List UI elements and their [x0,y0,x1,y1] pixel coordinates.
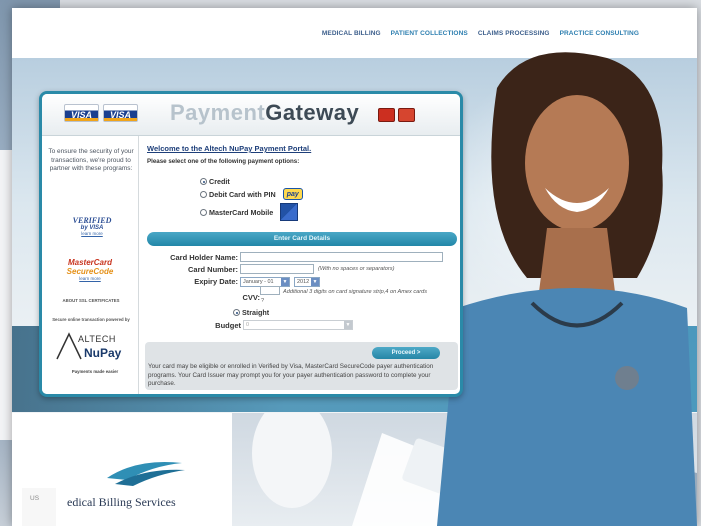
visa-card-icon: VISA [64,104,99,122]
nav-medical-billing[interactable]: MEDICAL BILLING [322,30,381,37]
card-number-hint: (With no spaces or separators) [318,266,395,272]
debit-radio[interactable] [200,190,207,198]
expiry-label: Expiry Date: [194,277,238,286]
gateway-header: VISA VISA PaymentGateway [42,94,460,136]
cvv-input[interactable] [260,286,280,295]
verified-by-visa-logo: VERIFIED by VISA learn more [68,216,116,236]
msc-learn-more-link[interactable]: learn more [58,276,122,281]
pay-icon: pay [282,188,303,200]
mastercard-icon [378,108,395,122]
mastercard-securecode-logo: MasterCard SecureCode learn more [58,258,122,281]
mobile-radio[interactable] [200,208,207,216]
chevron-down-icon: ▼ [344,321,352,329]
card-number-input[interactable] [240,264,314,274]
straight-radio[interactable] [233,309,240,316]
proceed-button[interactable]: Proceed > [372,347,440,359]
footer-region: US [22,488,56,526]
payment-gateway-window: VISA VISA PaymentGateway To ensure the s… [39,91,463,397]
security-intro: To ensure the security of your transacti… [48,148,134,172]
nurse-photo [437,52,697,526]
option-credit[interactable]: Credit [200,177,230,186]
nav-patient-collections[interactable]: PATIENT COLLECTIONS [391,30,468,37]
budget-select[interactable]: 0 ▼ [243,320,353,330]
cvv-label: CVV: [242,293,260,302]
select-prompt: Please select one of the following payme… [147,158,300,165]
vbv-learn-more-link[interactable]: learn more [68,231,116,236]
ssl-certificates-link[interactable]: ABOUT SSL CERTIFICATES [48,298,134,303]
card-holder-input[interactable] [240,252,443,262]
mastercard-mobile-icon [280,203,299,221]
gateway-main: Welcome to the Altech NuPay Payment Port… [140,136,460,394]
option-debit-pin[interactable]: Debit Card with PIN pay [200,188,303,200]
budget-label: Budget [215,321,241,330]
enter-card-details-bar: Enter Card Details [147,232,457,246]
visa-electron-card-icon: VISA [103,104,138,122]
proceed-panel: Proceed > Your card may be eligible or e… [145,342,458,390]
secure-powered-by: Secure online transaction powered by [52,317,130,322]
welcome-heading: Welcome to the Altech NuPay Payment Port… [147,144,312,153]
chevron-down-icon: ▼ [311,278,319,286]
maestro-icon [398,108,415,122]
altech-nupay-logo: ALTECH NuPay Payments made easier [54,331,130,374]
cvv-hint: Additional 3 digits on card signature st… [283,289,428,295]
card-number-label: Card Number: [187,265,238,274]
card-holder-label: Card Holder Name: [170,253,238,262]
credit-radio[interactable] [200,178,207,185]
nav-claims-processing[interactable]: CLAIMS PROCESSING [478,30,550,37]
expiry-year-select[interactable]: 2012 ▼ [294,277,320,287]
wave-logo-icon [107,462,185,486]
chevron-down-icon: ▼ [281,278,289,286]
authentication-notice: Your card may be eligible or enrolled in… [148,363,434,387]
option-straight[interactable]: Straight [233,308,269,317]
cvv-help-link[interactable]: ? [261,298,264,304]
gateway-sidebar: To ensure the security of your transacti… [42,136,139,394]
option-mastercard-mobile[interactable]: MasterCard Mobile [200,203,299,221]
background-page-strip [0,150,12,440]
footer-brand: edical Billing Services [67,495,176,509]
gateway-title: PaymentGateway [170,100,360,125]
nav-practice-consulting[interactable]: PRACTICE CONSULTING [560,30,639,37]
